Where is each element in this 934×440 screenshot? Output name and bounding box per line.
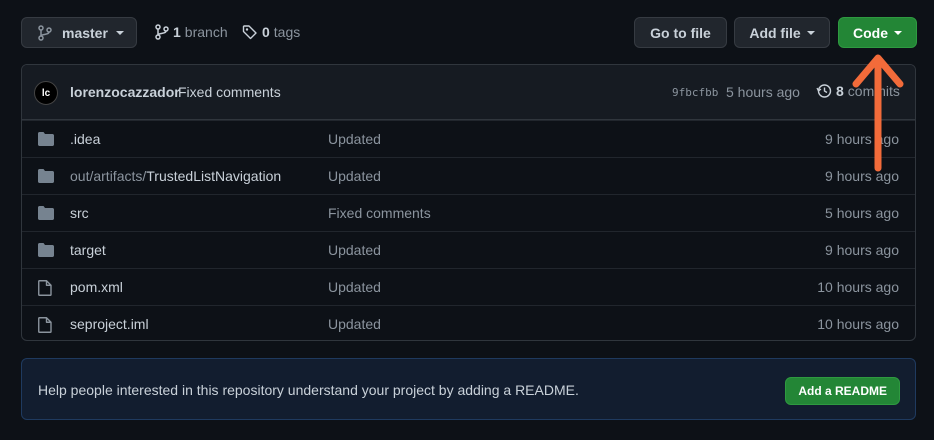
readme-banner-text: Help people interested in this repositor… xyxy=(38,382,579,398)
code-label: Code xyxy=(853,24,888,41)
branches-link[interactable]: 1 branch xyxy=(155,22,228,42)
chevron-down-icon xyxy=(115,30,124,35)
folder-icon xyxy=(38,132,54,149)
file-row[interactable]: pom.xml Updated 10 hours ago xyxy=(22,268,915,305)
readme-banner: Help people interested in this repositor… xyxy=(21,358,916,420)
commit-message[interactable]: Fixed comments xyxy=(178,84,281,100)
file-commit-message[interactable]: Updated xyxy=(328,316,381,332)
code-button[interactable]: Code xyxy=(838,17,917,48)
file-name-link[interactable]: .idea xyxy=(70,131,100,147)
file-list-box: lc lorenzocazzador Fixed comments 9fbcfb… xyxy=(21,64,916,341)
commits-count: 8 xyxy=(836,83,844,99)
file-name: target xyxy=(70,242,106,258)
file-name: TrustedListNavigation xyxy=(146,168,282,184)
annotation-arrow-icon xyxy=(852,54,904,172)
file-commit-message[interactable]: Fixed comments xyxy=(328,205,431,221)
chevron-down-icon xyxy=(894,30,902,35)
tag-count: 0 xyxy=(262,24,270,40)
file-name: src xyxy=(70,205,89,221)
file-commit-age: 10 hours ago xyxy=(817,279,899,295)
folder-icon xyxy=(38,169,54,186)
file-row[interactable]: out/artifacts/TrustedListNavigation Updat… xyxy=(22,157,915,194)
file-name-link[interactable]: src xyxy=(70,205,89,221)
go-to-file-button[interactable]: Go to file xyxy=(634,17,727,48)
folder-icon xyxy=(38,206,54,223)
file-commit-message[interactable]: Updated xyxy=(328,279,381,295)
branch-label: branch xyxy=(184,24,228,40)
file-name: .idea xyxy=(70,131,101,147)
file-commit-age: 9 hours ago xyxy=(825,242,899,258)
file-name-link[interactable]: target xyxy=(70,242,106,258)
file-commit-message[interactable]: Updated xyxy=(328,168,381,184)
branch-name: master xyxy=(62,24,108,41)
file-name-link[interactable]: out/artifacts/TrustedListNavigation xyxy=(70,168,281,184)
file-icon xyxy=(38,317,52,336)
file-commit-age: 10 hours ago xyxy=(817,316,899,332)
avatar-text: lc xyxy=(41,87,51,99)
commit-author[interactable]: lorenzocazzador xyxy=(70,84,180,100)
file-commit-message[interactable]: Updated xyxy=(328,242,381,258)
tags-link[interactable]: 0 tags xyxy=(242,22,300,42)
commit-time: 5 hours ago xyxy=(726,84,800,100)
history-icon xyxy=(816,84,832,98)
tag-label: tags xyxy=(273,24,301,40)
latest-commit-bar: lc lorenzocazzador Fixed comments 9fbcfb… xyxy=(22,65,915,120)
file-row[interactable]: target Updated 9 hours ago xyxy=(22,231,915,268)
file-name: pom.xml xyxy=(70,279,123,295)
avatar[interactable]: lc xyxy=(34,81,58,105)
file-commit-age: 5 hours ago xyxy=(825,205,899,221)
add-readme-label: Add a README xyxy=(798,384,887,398)
folder-icon xyxy=(38,243,54,260)
file-name-link[interactable]: pom.xml xyxy=(70,279,123,295)
chevron-down-icon xyxy=(806,30,815,35)
file-commit-message[interactable]: Updated xyxy=(328,131,381,147)
tag-icon xyxy=(242,25,257,40)
add-file-label: Add file xyxy=(749,24,801,41)
file-path-prefix: out/artifacts/ xyxy=(70,168,147,184)
file-icon xyxy=(38,280,52,299)
commit-sha[interactable]: 9fbcfbb xyxy=(672,86,718,99)
add-file-button[interactable]: Add file xyxy=(734,17,830,48)
file-row[interactable]: seproject.iml Updated 10 hours ago xyxy=(22,305,915,340)
file-row[interactable]: src Fixed comments 5 hours ago xyxy=(22,194,915,231)
git-branch-icon xyxy=(155,24,169,40)
branch-select-button[interactable]: master xyxy=(21,17,137,48)
git-branch-icon xyxy=(38,24,52,41)
file-name-link[interactable]: seproject.iml xyxy=(70,316,149,332)
file-row[interactable]: .idea Updated 9 hours ago xyxy=(22,120,915,157)
go-to-file-label: Go to file xyxy=(650,24,711,41)
file-name: seproject.iml xyxy=(70,316,149,332)
branch-count: 1 xyxy=(173,24,181,40)
add-readme-button[interactable]: Add a README xyxy=(785,377,900,405)
